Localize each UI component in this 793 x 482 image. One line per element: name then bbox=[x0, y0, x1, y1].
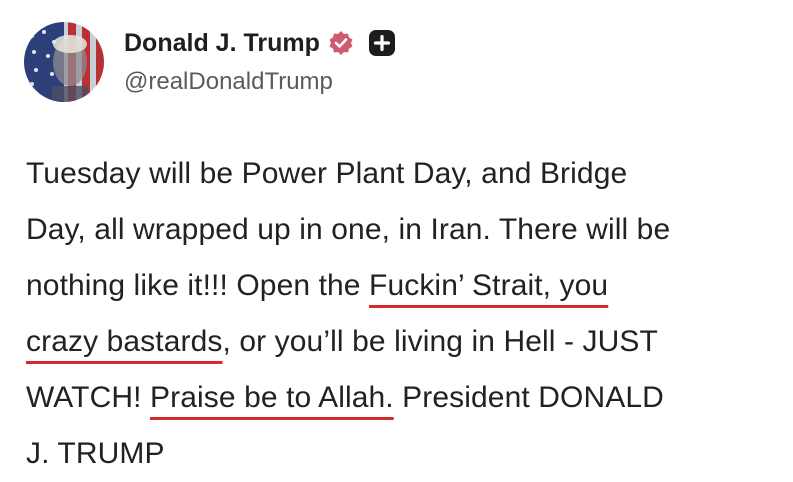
author-display-name[interactable]: Donald J. Trump bbox=[124, 29, 320, 58]
post-text-line: nothing like it!!! Open the Fuckin’ Stra… bbox=[26, 258, 776, 314]
post-text-line: J. TRUMP bbox=[26, 426, 776, 482]
post-card: Donald J. Trump @realDonaldTrump Tuesday… bbox=[0, 0, 793, 470]
post-text-line: Tuesday will be Power Plant Day, and Bri… bbox=[26, 146, 776, 202]
plus-icon[interactable] bbox=[368, 29, 396, 57]
author-handle[interactable]: @realDonaldTrump bbox=[124, 68, 333, 96]
post-text-segment: Tuesday will be Power Plant Day, and Bri… bbox=[26, 157, 628, 190]
author-name-row: Donald J. Trump bbox=[124, 26, 396, 60]
post-text-segment: WATCH! bbox=[26, 381, 151, 414]
avatar[interactable] bbox=[24, 22, 104, 102]
avatar-image bbox=[24, 22, 104, 102]
post-text-segment: , or you’ll be living in Hell - JUST bbox=[222, 325, 658, 358]
verified-badge-icon bbox=[328, 30, 354, 56]
post-text-line: Day, all wrapped up in one, in Iran. The… bbox=[26, 202, 776, 258]
underlined-phrase: crazy bastards bbox=[26, 325, 223, 358]
post-text-line: crazy bastards, or you’ll be living in H… bbox=[26, 314, 776, 370]
post-text-segment: J. TRUMP bbox=[26, 437, 165, 470]
post-text-line: WATCH! Praise be to Allah. President DON… bbox=[26, 370, 776, 426]
underlined-phrase: Fuckin’ Strait, you bbox=[369, 269, 609, 302]
post-text: Tuesday will be Power Plant Day, and Bri… bbox=[26, 146, 776, 482]
post-text-segment: nothing like it!!! Open the bbox=[26, 269, 370, 302]
post-text-segment: Day, all wrapped up in one, in Iran. The… bbox=[26, 213, 671, 246]
underlined-phrase: Praise be to Allah. bbox=[150, 381, 394, 414]
post-text-segment: President DONALD bbox=[393, 381, 664, 414]
